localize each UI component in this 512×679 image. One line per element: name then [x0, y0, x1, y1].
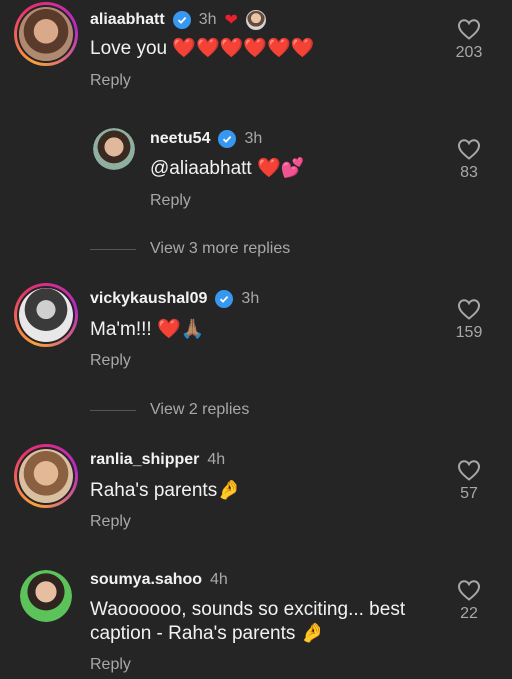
username[interactable]: ranlia_shipper: [90, 451, 199, 469]
reply-button[interactable]: Reply: [90, 352, 131, 370]
divider-line: [90, 409, 136, 411]
reply-button[interactable]: Reply: [150, 192, 191, 210]
creator-avatar-icon: [245, 10, 266, 30]
avatar[interactable]: [14, 444, 78, 508]
like-count: 57: [460, 485, 478, 502]
username[interactable]: aliaabhatt: [90, 11, 165, 29]
divider-line: [90, 248, 136, 250]
comment-text-line-2: caption - Raha's parents 🤌: [90, 623, 325, 644]
view-replies-label[interactable]: View 3 more replies: [150, 240, 290, 258]
reply-button[interactable]: Reply: [90, 72, 131, 90]
username[interactable]: soumya.sahoo: [90, 571, 202, 589]
heart-outline-icon: [457, 460, 481, 481]
timestamp: 3h: [198, 11, 217, 28]
like-count: 159: [455, 324, 483, 341]
username-row: ranlia_shipper 4h: [90, 451, 225, 469]
timestamp: 3h: [241, 290, 260, 307]
username-row: aliaabhatt 3h ❤: [90, 10, 266, 30]
heart-outline-icon: [457, 580, 481, 601]
like-count: 203: [455, 44, 483, 61]
view-replies-button[interactable]: View 2 replies: [90, 401, 249, 419]
like-button[interactable]: 159: [449, 298, 489, 342]
username-row: neetu54 3h: [150, 130, 262, 148]
view-more-replies-button[interactable]: View 3 more replies: [90, 240, 290, 258]
verified-badge-icon: [215, 290, 234, 308]
reply-button[interactable]: Reply: [90, 513, 131, 531]
timestamp: 4h: [210, 571, 228, 588]
timestamp: 3h: [244, 130, 263, 147]
like-button[interactable]: 203: [449, 18, 489, 62]
like-button[interactable]: 22: [449, 579, 489, 623]
heart-outline-icon: [457, 299, 481, 320]
like-button[interactable]: 57: [449, 459, 489, 503]
verified-badge-icon: [172, 11, 191, 29]
avatar[interactable]: [14, 283, 78, 347]
heart-outline-icon: [457, 19, 481, 40]
reply-button[interactable]: Reply: [90, 656, 131, 674]
comment-text: @aliaabhatt ❤️💕: [150, 158, 305, 179]
comment-text-line-1: Waoooooo, sounds so exciting... best: [90, 599, 406, 620]
comment-text: Love you ❤️❤️❤️❤️❤️❤️: [90, 38, 315, 59]
view-replies-label[interactable]: View 2 replies: [150, 401, 249, 419]
username[interactable]: vickykaushal09: [90, 290, 207, 308]
username-row: soumya.sahoo 4h: [90, 571, 228, 589]
avatar[interactable]: [20, 570, 72, 622]
like-count: 83: [460, 164, 478, 181]
heart-outline-icon: [457, 139, 481, 160]
username[interactable]: neetu54: [150, 130, 210, 148]
comment-text: Ma'm!!! ❤️🙏🏽: [90, 319, 205, 340]
verified-badge-icon: [218, 130, 237, 148]
like-count: 22: [460, 605, 478, 622]
comment-text: Raha's parents🤌: [90, 480, 241, 501]
username-row: vickykaushal09 3h: [90, 290, 259, 308]
like-button[interactable]: 83: [449, 138, 489, 182]
creator-liked-heart-icon: ❤: [224, 12, 238, 29]
avatar[interactable]: [14, 2, 78, 66]
avatar[interactable]: [93, 128, 135, 170]
timestamp: 4h: [207, 451, 226, 468]
